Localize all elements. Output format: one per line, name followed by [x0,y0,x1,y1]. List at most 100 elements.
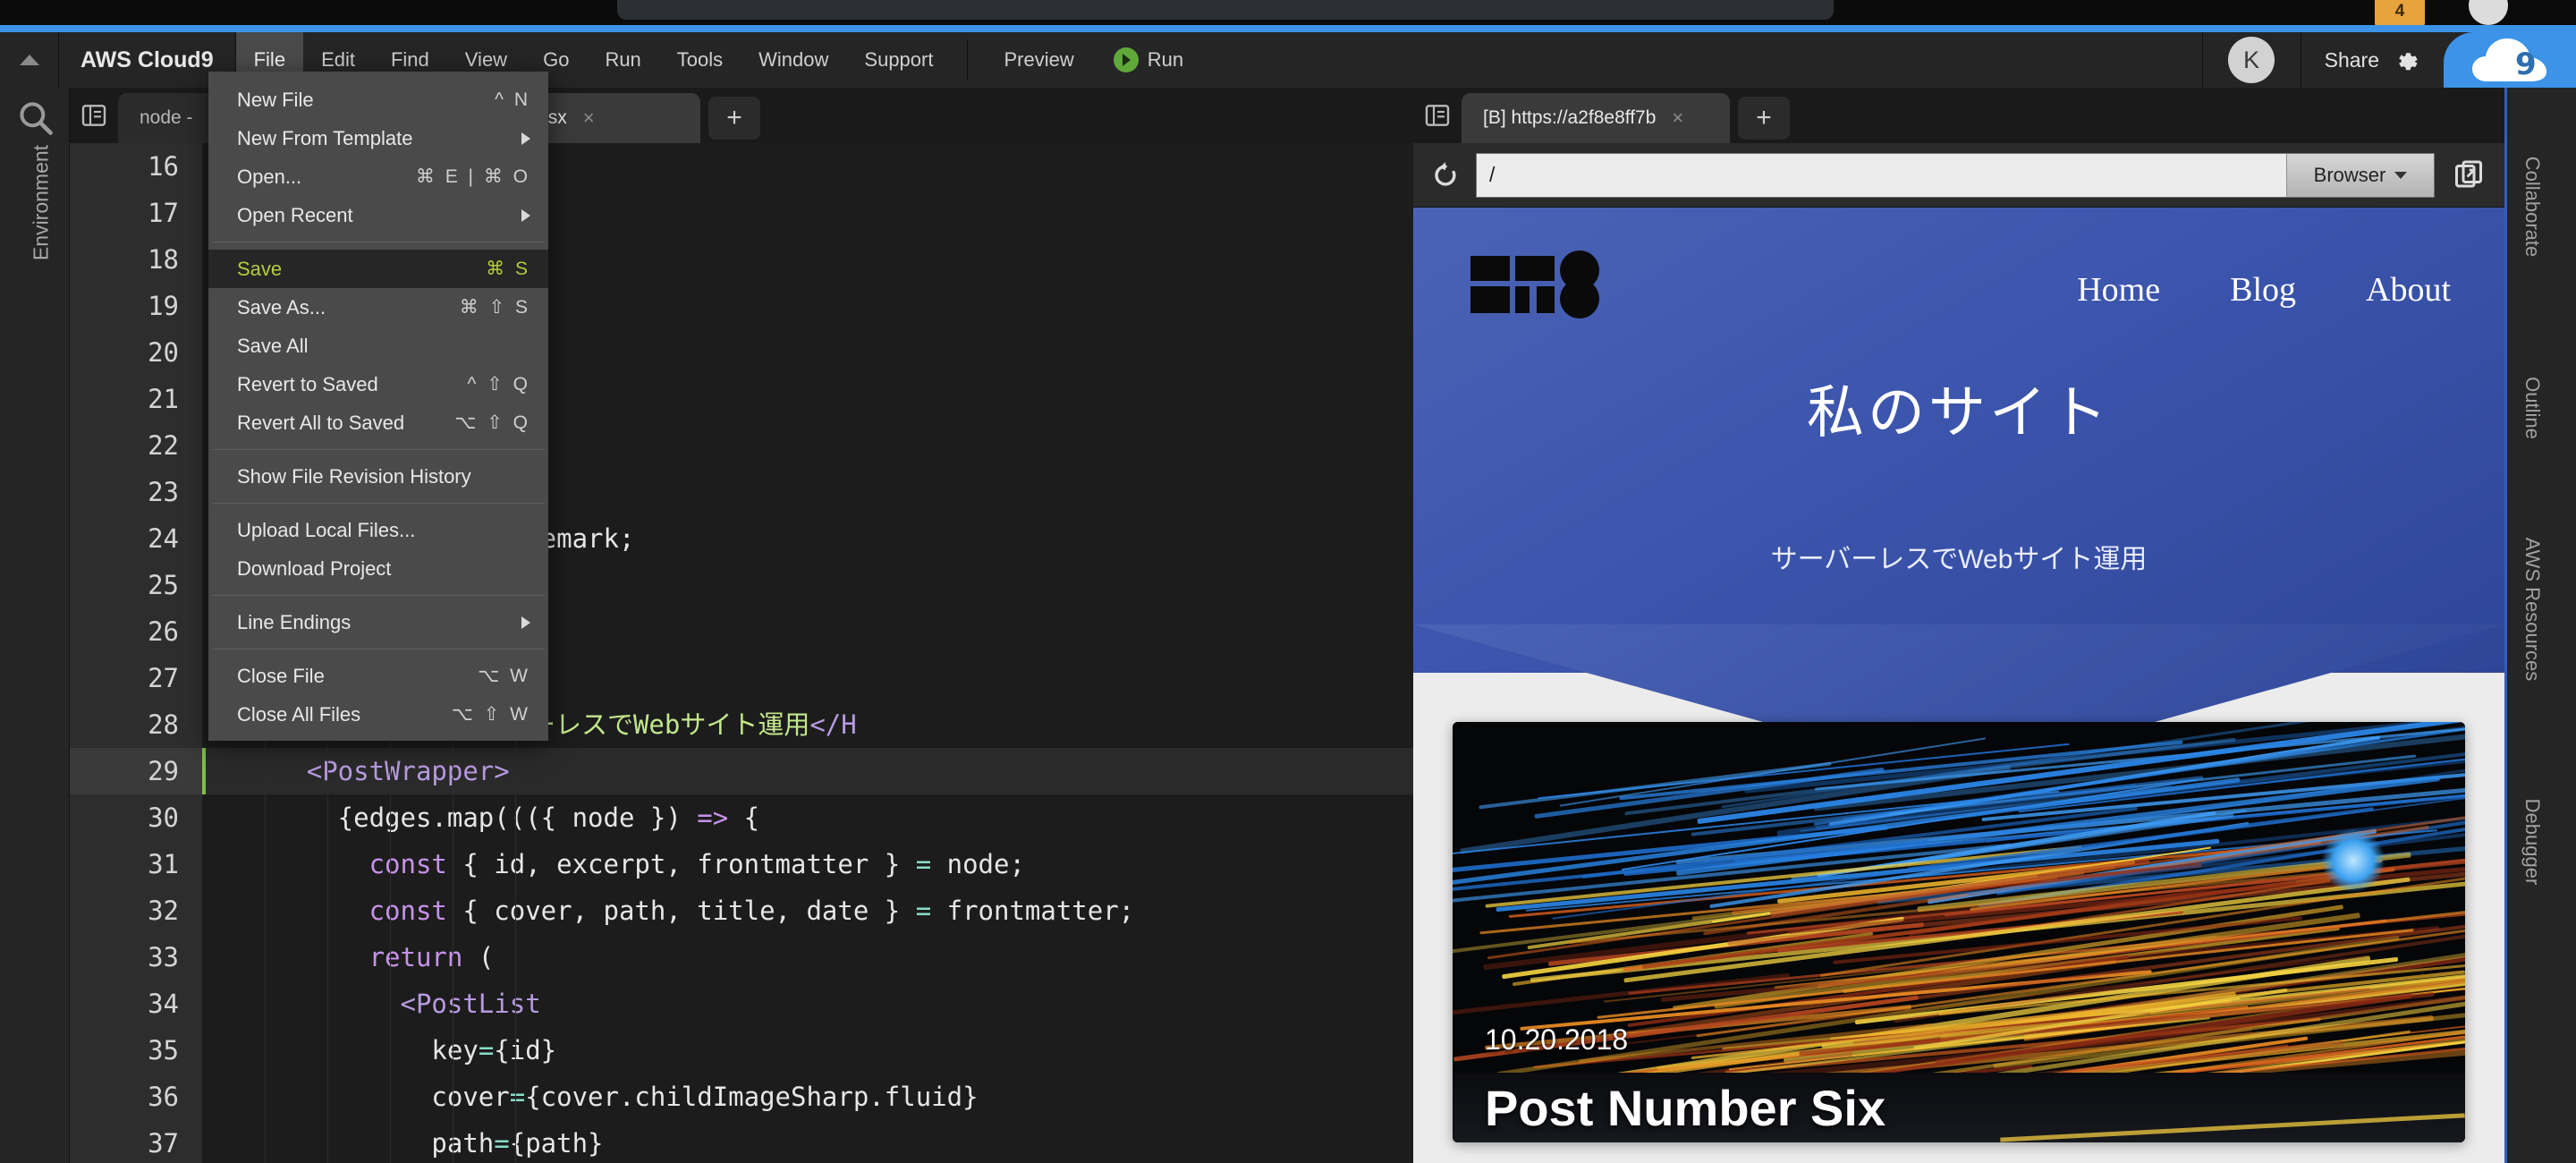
close-icon[interactable]: × [583,106,595,130]
menu-item-label: Close File [237,665,325,688]
share-button[interactable]: Share [2301,32,2444,88]
menubar-divider [967,39,968,81]
preview-button[interactable]: Preview [984,32,1093,88]
website-preview[interactable]: Home Blog About 私のサイト サーバーレスでWebサイト運用 10… [1413,208,2504,1163]
close-icon[interactable]: × [1672,106,1683,130]
menu-item-new-from-template[interactable]: New From Template [208,119,548,157]
menu-item-close-file[interactable]: Close File ⌥ W [208,657,548,695]
menu-tools[interactable]: Tools [659,32,741,88]
code-token: key [213,1035,479,1065]
menu-item-show-file-revision-history[interactable]: Show File Revision History [208,457,548,496]
code-line[interactable]: key={id} [202,1027,1413,1074]
code-token: {path} [510,1128,604,1159]
code-line[interactable]: cover={cover.childImageSharp.fluid} [202,1074,1413,1120]
line-number: 26 [70,608,202,655]
post-title: Post Number Six [1485,1079,1885,1137]
address-bar[interactable]: Browser [1476,153,2435,198]
sidebar-item-outline[interactable]: Outline [2521,318,2544,497]
menu-item-upload-local-files[interactable]: Upload Local Files... [208,511,548,549]
menu-item-download-project[interactable]: Download Project [208,549,548,588]
code-line[interactable]: return ( [202,934,1413,980]
line-number: 18 [70,236,202,283]
menu-item-revert-all-to-saved[interactable]: Revert All to Saved ⌥ ⇧ Q [208,403,548,442]
run-button-label: Run [1148,48,1183,72]
menu-item-save[interactable]: Save ⌘ S [208,250,548,288]
code-token: frontmatter; [947,896,1135,926]
toggle-tree-icon[interactable] [70,88,118,143]
preview-mode-label: Browser [2314,164,2386,187]
menu-item-save-as[interactable]: Save As... ⌘ ⇧ S [208,288,548,327]
menu-support[interactable]: Support [846,32,951,88]
menu-run[interactable]: Run [587,32,658,88]
cts-logo-icon [1469,250,1605,318]
browser-tab[interactable]: [B] https://a2f8e8ff7b × [1462,93,1730,143]
code-line[interactable]: {edges.map((({ node }) => { [202,794,1413,841]
code-token: {edges.map((({ node }) [213,802,697,833]
sidebar-item-collaborate[interactable]: Collaborate [2521,117,2544,296]
menu-item-label: Revert All to Saved [237,412,404,435]
browser-new-tab-button[interactable]: + [1738,97,1790,140]
preview-mode-select[interactable]: Browser [2286,154,2434,197]
gear-icon[interactable] [2394,47,2420,73]
post-date: 10.20.2018 [1485,1023,1628,1057]
line-number: 29 [70,748,202,794]
code-token: <PostWrapper> [213,756,510,786]
menu-item-open-recent[interactable]: Open Recent [208,196,548,234]
cloud9-cloud-icon: 9 [2469,35,2551,85]
sidebar-item-debugger[interactable]: Debugger [2521,752,2544,931]
line-number: 34 [70,980,202,1027]
url-input[interactable] [1477,154,2286,197]
code-token: = [916,849,947,879]
right-activity-rail: Collaborate Outline AWS Resources Debugg… [2504,88,2576,1163]
line-number: 32 [70,887,202,934]
collapse-menubar-button[interactable] [0,32,59,88]
file-menu-dropdown[interactable]: New File ^ N New From Template Open... ⌘ E |… [208,72,548,741]
os-notification-badge: 4 [2375,0,2425,27]
code-token: => [697,802,743,833]
site-nav-home[interactable]: Home [2077,270,2160,310]
menu-item-shortcut: ⌘ ⇧ S [460,296,530,318]
menu-window[interactable]: Window [741,32,846,88]
code-line[interactable]: <PostWrapper> [202,748,1413,794]
chevron-right-icon [521,616,530,629]
popout-icon[interactable] [2447,154,2490,197]
menu-item-new-file[interactable]: New File ^ N [208,81,548,119]
menu-item-save-all[interactable]: Save All [208,327,548,365]
line-number: 25 [70,562,202,608]
site-nav-blog[interactable]: Blog [2230,270,2296,310]
toggle-tree-icon[interactable] [1413,88,1462,143]
line-number: 20 [70,329,202,376]
code-token: <PostList [213,989,541,1019]
cloud9-logo-button[interactable]: 9 [2444,32,2576,88]
code-line[interactable]: const { id, excerpt, frontmatter } = nod… [202,841,1413,887]
code-token: = [510,1082,525,1112]
run-button[interactable]: Run [1094,32,1203,88]
code-token: ( [479,942,494,972]
menu-item-line-endings[interactable]: Line Endings [208,603,548,641]
code-line[interactable]: const { cover, path, title, date } = fro… [202,887,1413,934]
menu-item-label: Save All [237,335,309,358]
menu-item-close-all-files[interactable]: Close All Files ⌥ ⇧ W [208,695,548,734]
site-nav-about[interactable]: About [2366,270,2451,310]
line-number: 16 [70,143,202,190]
code-token: {id} [494,1035,556,1065]
light-glow [2322,829,2385,892]
post-card[interactable]: 10.20.2018 Post Number Six [1453,722,2465,1142]
new-tab-button[interactable]: + [708,97,760,140]
menu-item-label: New From Template [237,127,412,150]
line-number: 35 [70,1027,202,1074]
site-title: 私のサイト [1413,367,2504,449]
code-line[interactable]: <PostList [202,980,1413,1027]
reload-icon[interactable] [1428,157,1463,193]
sidebar-item-environment[interactable]: Environment [30,114,54,293]
code-token: {cover.childImageSharp.fluid} [525,1082,978,1112]
code-line[interactable]: path={path} [202,1120,1413,1163]
menu-item-label: Upload Local Files... [237,519,415,542]
menu-item-label: Download Project [237,557,391,581]
menu-item-open[interactable]: Open... ⌘ E | ⌘ O [208,157,548,196]
menu-item-label: Show File Revision History [237,465,471,488]
sidebar-item-aws-resources[interactable]: AWS Resources [2521,520,2544,699]
line-number: 22 [70,422,202,469]
user-avatar-cell[interactable]: K [2202,32,2301,88]
menu-item-revert-to-saved[interactable]: Revert to Saved ^ ⇧ Q [208,365,548,403]
